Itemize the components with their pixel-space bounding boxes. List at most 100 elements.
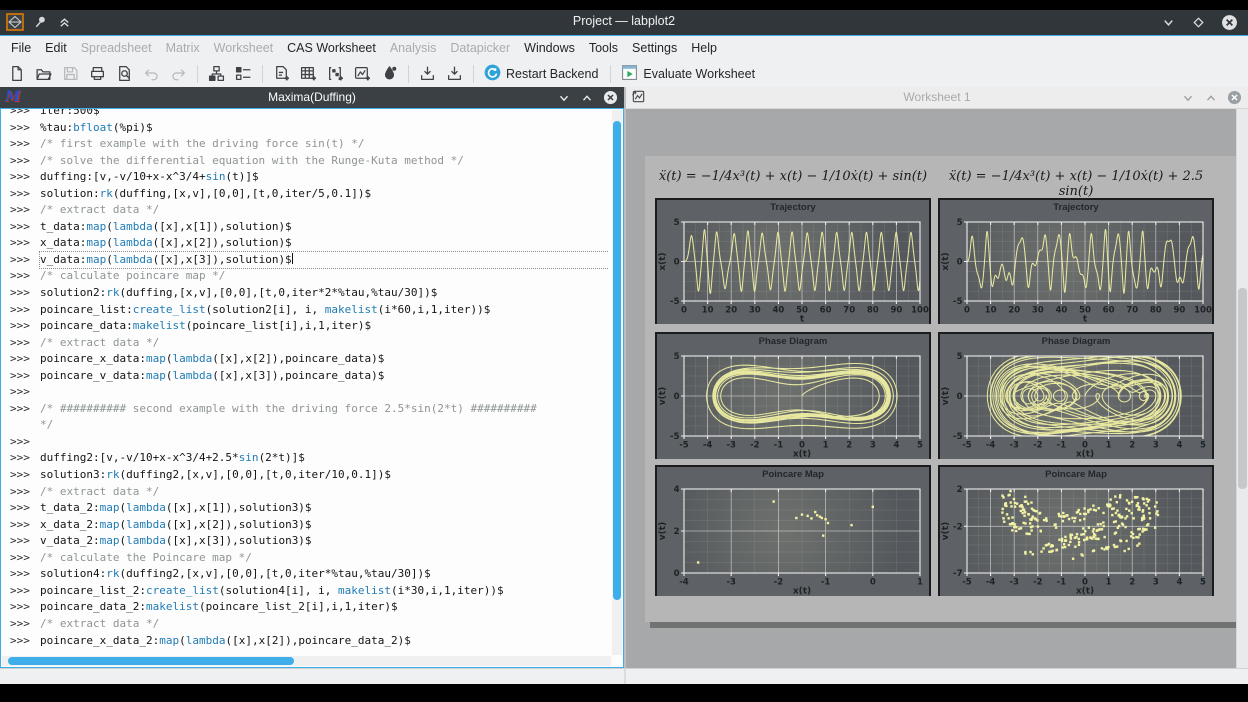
console-line[interactable]: >>>/* solve the differential equation wi… (3, 153, 609, 170)
chevron-down-icon[interactable] (557, 91, 571, 110)
console-code (40, 434, 609, 451)
console-line[interactable]: >>>duffing:[v,-v/10+x-x^3/4+sin(t)]$ (3, 169, 609, 186)
close-icon[interactable] (603, 90, 618, 110)
console-line[interactable]: >>>/* calculate poincare map */ (3, 268, 609, 285)
console-line[interactable]: >>>v_data:map(lambda([x],x[3]),solution)… (3, 252, 609, 269)
console-line[interactable]: >>>t_data:map(lambda([x],x[1]),solution)… (3, 219, 609, 236)
plot-title: Phase Diagram (940, 334, 1212, 351)
console-vertical-scrollbar[interactable] (612, 110, 622, 655)
scrollbar-thumb[interactable] (613, 121, 621, 601)
console-line[interactable]: >>>/* extract data */ (3, 484, 609, 501)
console-prompt: >>> (3, 186, 40, 203)
plot-phase-diagram-2[interactable]: Phase Diagram (938, 332, 1214, 459)
console-line[interactable]: >>>duffing2:[v,-v/10+x-x^3/4+2.5*sin(2*t… (3, 450, 609, 467)
console-horizontal-scrollbar[interactable] (2, 656, 611, 666)
console-line[interactable]: >>>/* calculate the Poincare map */ (3, 550, 609, 567)
chevron-up-icon[interactable] (580, 91, 594, 110)
chevron-up-icon[interactable] (1204, 91, 1218, 110)
console-line[interactable]: >>>solution3:rk(duffing2,[x,v],[0,0],[t,… (3, 467, 609, 484)
menu-windows[interactable]: Windows (517, 37, 582, 59)
open-folder-icon[interactable] (31, 62, 56, 86)
console-line[interactable]: >>>poincare_x_data:map(lambda([x],x[2]),… (3, 351, 609, 368)
new-worksheet-icon[interactable] (350, 62, 375, 86)
console-line[interactable]: >>>poincare_x_data_2:map(lambda([x],x[2]… (3, 633, 609, 650)
console-line[interactable]: >>>/* ########## second example with the… (3, 401, 609, 418)
console-line[interactable]: >>>t_data_2:map(lambda([x],x[1]),solutio… (3, 500, 609, 517)
console-prompt: >>> (3, 467, 40, 484)
console-code: /* calculate poincare map */ (40, 268, 609, 285)
console-line[interactable]: >>> (3, 434, 609, 451)
evaluate-worksheet-button[interactable]: Evaluate Worksheet (617, 62, 761, 86)
console-line[interactable]: >>>poincare_list_2:create_list(solution4… (3, 583, 609, 600)
equation-label-1[interactable]: ẍ(t) = −1/4x³(t) + x(t) − 1/10ẋ(t) + sin… (655, 169, 931, 184)
console-panel-titlebar[interactable]: M Maxima(Duffing) (0, 87, 624, 108)
new-file-icon[interactable] (4, 62, 29, 86)
worksheet-panel-titlebar[interactable]: Worksheet 1 (626, 87, 1248, 109)
worksheet-view[interactable]: ẍ(t) = −1/4x³(t) + x(t) − 1/10ẋ(t) + sin… (626, 109, 1248, 668)
console-line[interactable]: */ (3, 417, 609, 434)
menu-file[interactable]: File (4, 37, 38, 59)
console-prompt (3, 417, 40, 434)
project-explorer-icon[interactable] (204, 62, 229, 86)
plot-trajectory-2[interactable]: Trajectory (938, 198, 1214, 324)
console-line[interactable]: >>>solution2:rk(duffing,[x,v],[0,0],[t,0… (3, 285, 609, 302)
console-line[interactable]: >>>poincare_list:create_list(solution2[i… (3, 302, 609, 319)
menu-cas-worksheet[interactable]: CAS Worksheet (280, 37, 383, 59)
console-line[interactable]: >>>/* extract data */ (3, 202, 609, 219)
console-prompt: >>> (3, 153, 40, 170)
equation-label-2[interactable]: ẍ(t) = −1/4x³(t) + x(t) − 1/10ẋ(t) + 2.5… (938, 169, 1214, 199)
console-line[interactable]: >>>solution:rk(duffing,[x,v],[0,0],[t,0,… (3, 186, 609, 203)
plot-canvas (940, 484, 1212, 596)
plot-trajectory-1[interactable]: Trajectory (655, 198, 931, 324)
console-code: /* first example with the driving force … (40, 136, 609, 153)
menu-edit[interactable]: Edit (38, 37, 74, 59)
console-line[interactable]: >>>%tau:bfloat(%pi)$ (3, 120, 609, 137)
console-line[interactable]: >>> (3, 384, 609, 401)
plot-phase-diagram-1[interactable]: Phase Diagram (655, 332, 931, 459)
console-line[interactable]: >>>solution4:rk(duffing2,[x,v],[0,0],[t,… (3, 566, 609, 583)
window-title: Project — labplot2 (0, 14, 1248, 28)
maximize-diamond-icon[interactable] (1191, 15, 1206, 30)
console-code: poincare_x_data:map(lambda([x],x[2]),poi… (40, 351, 609, 368)
console-prompt: >>> (3, 599, 40, 616)
scrollbar-thumb[interactable] (8, 657, 294, 665)
scrollbar-thumb[interactable] (1238, 288, 1247, 489)
console-prompt: >>> (3, 351, 40, 368)
console-line[interactable]: >>>iter:500$ (3, 108, 609, 120)
new-cas-worksheet-icon[interactable] (269, 62, 294, 86)
close-icon[interactable] (1227, 90, 1242, 110)
menu-help[interactable]: Help (684, 37, 724, 59)
chevron-down-icon[interactable] (1181, 91, 1195, 110)
console-line[interactable]: >>>x_data_2:map(lambda([x],x[2]),solutio… (3, 517, 609, 534)
window-titlebar[interactable]: Project — labplot2 (0, 10, 1248, 36)
new-datapicker-icon[interactable] (377, 62, 402, 86)
console-line[interactable]: >>>poincare_v_data:map(lambda([x],x[3]),… (3, 368, 609, 385)
restart-backend-button[interactable]: Restart Backend (480, 62, 604, 86)
console-prompt: >>> (3, 368, 40, 385)
maxima-console[interactable]: >>>iter:500$>>>%tau:bfloat(%pi)$>>>/* fi… (0, 108, 624, 668)
console-line[interactable]: >>>/* first example with the driving for… (3, 136, 609, 153)
print-preview-icon[interactable] (112, 62, 137, 86)
plot-poincare-map-1[interactable]: Poincare Map (655, 465, 931, 596)
new-matrix-icon[interactable] (323, 62, 348, 86)
console-code: */ (40, 417, 609, 434)
new-spreadsheet-icon[interactable] (296, 62, 321, 86)
menu-settings[interactable]: Settings (625, 37, 684, 59)
console-line[interactable]: >>>poincare_data:makelist(poincare_list[… (3, 318, 609, 335)
plot-poincare-map-2[interactable]: Poincare Map (938, 465, 1214, 596)
console-prompt: >>> (3, 500, 40, 517)
console-line[interactable]: >>>x_data:map(lambda([x],x[2]),solution)… (3, 235, 609, 252)
close-icon[interactable] (1221, 14, 1238, 31)
menu-tools[interactable]: Tools (582, 37, 625, 59)
console-line[interactable]: >>>/* extract data */ (3, 335, 609, 352)
chevron-down-icon[interactable] (1161, 15, 1176, 30)
console-line[interactable]: >>>v_data_2:map(lambda([x],x[3]),solutio… (3, 533, 609, 550)
import-icon[interactable] (415, 62, 440, 86)
export-icon[interactable] (442, 62, 467, 86)
console-code: %tau:bfloat(%pi)$ (40, 120, 609, 137)
properties-explorer-icon[interactable] (231, 62, 256, 86)
print-icon[interactable] (85, 62, 110, 86)
worksheet-vertical-scrollbar[interactable] (1236, 109, 1248, 668)
console-line[interactable]: >>>poincare_data_2:makelist(poincare_lis… (3, 599, 609, 616)
console-line[interactable]: >>>/* extract data */ (3, 616, 609, 633)
